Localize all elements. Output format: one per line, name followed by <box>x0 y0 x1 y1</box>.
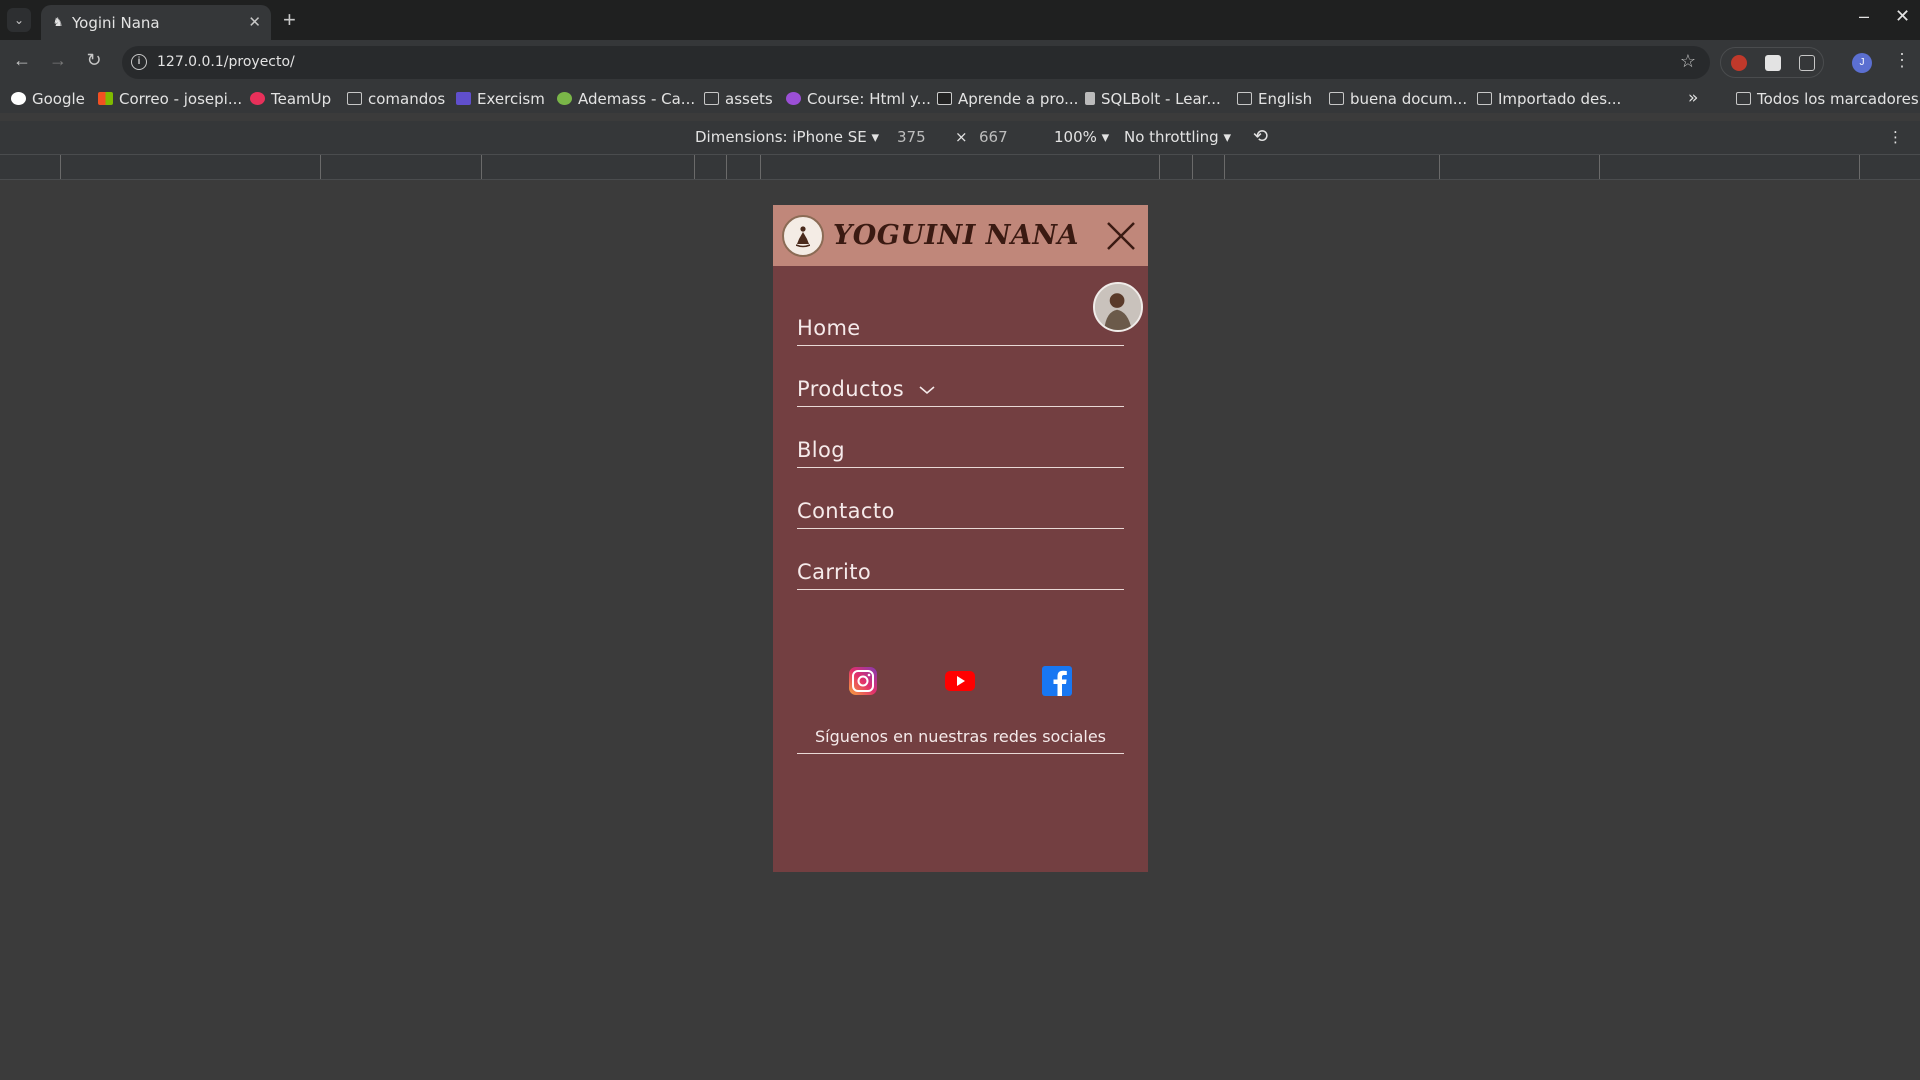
favicon-icon: ♞ <box>52 15 64 29</box>
bookmark-sqlbolt[interactable]: SQLBolt - Lear... <box>1085 90 1221 108</box>
puzzle-icon[interactable] <box>1799 55 1815 71</box>
bookmark-comandos[interactable]: comandos <box>347 90 445 108</box>
tab-search-button[interactable]: ⌄ <box>7 8 31 32</box>
bookmark-importado[interactable]: Importado des... <box>1477 90 1621 108</box>
forward-icon[interactable]: → <box>46 50 70 71</box>
nav-item-blog[interactable]: Blog <box>797 436 1124 468</box>
bookmark-google[interactable]: Google <box>11 90 85 108</box>
bookmarks-bar: Google Correo - josepi... TeamUp comando… <box>0 85 1920 113</box>
folder-icon <box>704 92 719 105</box>
ademass-icon <box>557 92 572 105</box>
microsoft-icon <box>98 92 113 105</box>
extension-icon[interactable] <box>1765 55 1781 71</box>
course-icon <box>786 92 801 105</box>
reload-icon[interactable]: ↻ <box>82 50 106 71</box>
bookmark-teamup[interactable]: TeamUp <box>250 90 331 108</box>
bookmark-assets[interactable]: assets <box>704 90 773 108</box>
all-bookmarks-button[interactable]: Todos los marcadores <box>1736 90 1919 108</box>
google-icon <box>11 92 26 105</box>
zoom-select[interactable]: 100% ▾ <box>1054 128 1109 146</box>
aprende-icon <box>937 92 952 105</box>
chevron-down-icon[interactable] <box>919 385 935 395</box>
bookmark-english[interactable]: English <box>1237 90 1312 108</box>
facebook-icon[interactable] <box>1042 666 1072 696</box>
phone-viewport: YOGUINI NANA Home Productos Blog Contact… <box>773 205 1148 872</box>
back-icon[interactable]: ← <box>10 50 34 71</box>
close-menu-icon[interactable] <box>1104 219 1138 253</box>
site-brand-title[interactable]: YOGUINI NANA <box>833 220 1079 251</box>
device-options-icon[interactable]: ⋮ <box>1888 128 1903 146</box>
nav-item-productos[interactable]: Productos <box>797 375 1124 407</box>
teamup-icon <box>250 92 265 105</box>
profile-avatar[interactable]: J <box>1852 53 1872 73</box>
bookmark-course[interactable]: Course: Html y... <box>786 90 931 108</box>
nav-item-carrito[interactable]: Carrito <box>797 558 1124 590</box>
nav-label[interactable]: Home <box>797 316 861 340</box>
close-window-icon[interactable]: ✕ <box>1895 6 1910 27</box>
folder-icon <box>1329 92 1344 105</box>
bookmark-aprende[interactable]: Aprende a pro... <box>937 90 1078 108</box>
lotus-meditation-logo-icon[interactable] <box>782 215 824 257</box>
youtube-icon[interactable] <box>945 666 975 696</box>
follow-social-text: Síguenos en nuestras redes sociales <box>797 727 1124 754</box>
browser-menu-icon[interactable]: ⋮ <box>1893 50 1911 71</box>
nav-label[interactable]: Productos <box>797 377 904 401</box>
folder-icon <box>347 92 362 105</box>
viewport-width-input[interactable]: 375 <box>897 128 926 146</box>
bookmark-star-icon[interactable]: ☆ <box>1680 51 1696 72</box>
nav-label[interactable]: Carrito <box>797 560 871 584</box>
viewport-height-input[interactable]: 667 <box>979 128 1008 146</box>
media-query-ruler[interactable] <box>0 154 1920 180</box>
url-text[interactable]: 127.0.0.1/proyecto/ <box>157 54 295 70</box>
bookmark-exercism[interactable]: Exercism <box>456 90 545 108</box>
nav-item-contacto[interactable]: Contacto <box>797 497 1124 529</box>
bookmark-buena-docum[interactable]: buena docum... <box>1329 90 1467 108</box>
site-info-icon[interactable]: i <box>131 54 147 70</box>
bookmark-correo[interactable]: Correo - josepi... <box>98 90 242 108</box>
device-toolbar: Dimensions: iPhone SE ▾ 375 × 667 100% ▾… <box>0 121 1920 154</box>
rotate-icon[interactable]: ⟲ <box>1253 126 1268 147</box>
dimension-separator: × <box>955 128 968 146</box>
nav-label[interactable]: Contacto <box>797 499 895 523</box>
browser-tab[interactable]: ♞ Yogini Nana ✕ <box>41 5 271 40</box>
device-dimensions-select[interactable]: Dimensions: iPhone SE ▾ <box>695 128 879 146</box>
bookmarks-overflow-button[interactable]: » <box>1688 88 1698 108</box>
instagram-icon[interactable] <box>848 666 878 696</box>
extensions-group <box>1720 47 1824 78</box>
folder-icon <box>1237 92 1252 105</box>
minimize-icon[interactable]: – <box>1859 6 1869 27</box>
address-bar[interactable]: i 127.0.0.1/proyecto/ ☆ <box>122 46 1710 79</box>
folder-icon <box>1736 92 1751 105</box>
sqlbolt-icon <box>1085 92 1095 105</box>
new-tab-button[interactable]: + <box>283 7 296 33</box>
nav-item-home[interactable]: Home <box>797 314 1124 346</box>
tab-title: Yogini Nana <box>72 14 160 32</box>
browser-toolbar: ← → ↻ i 127.0.0.1/proyecto/ ☆ J ⋮ <box>0 40 1920 85</box>
tab-strip: ⌄ ♞ Yogini Nana ✕ + – ✕ <box>0 0 1920 40</box>
nav-label[interactable]: Blog <box>797 438 845 462</box>
folder-icon <box>1477 92 1492 105</box>
site-header: YOGUINI NANA <box>773 205 1148 266</box>
exercism-icon <box>456 92 471 105</box>
throttling-select[interactable]: No throttling ▾ <box>1124 128 1231 146</box>
tab-close-icon[interactable]: ✕ <box>248 13 261 31</box>
bookmark-ademass[interactable]: Ademass - Ca... <box>557 90 695 108</box>
ublock-icon[interactable] <box>1731 55 1747 71</box>
